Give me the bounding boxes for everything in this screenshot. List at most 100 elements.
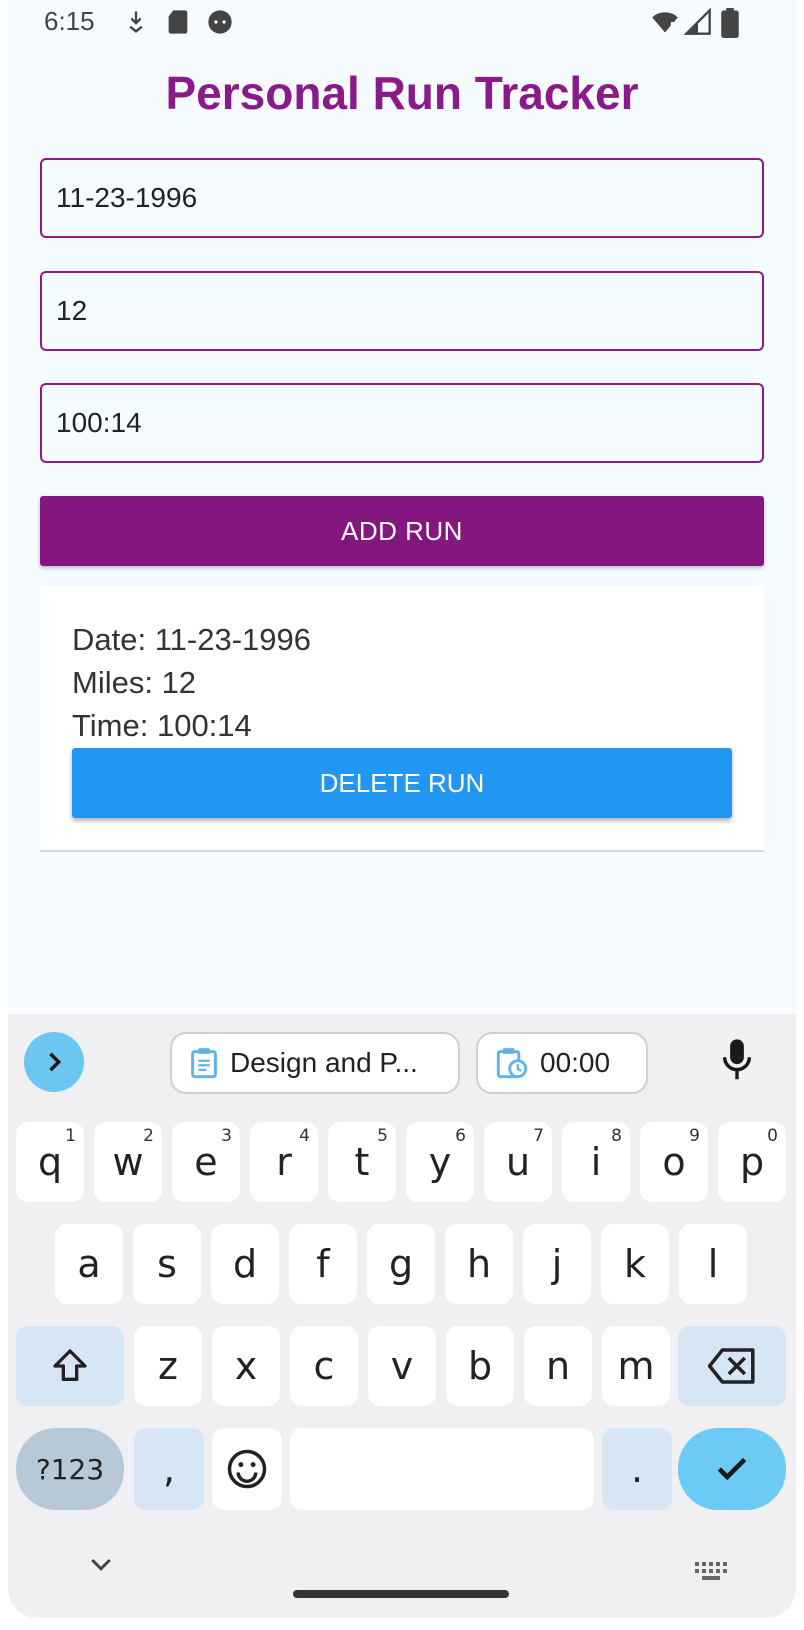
battery-icon (721, 8, 739, 38)
key-j[interactable]: j (523, 1224, 591, 1304)
key-label: r (276, 1140, 292, 1184)
keyboard-expand-button[interactable] (24, 1032, 84, 1092)
sd-card-icon (168, 10, 188, 34)
key-l[interactable]: l (679, 1224, 747, 1304)
comma-key[interactable]: , (134, 1428, 204, 1510)
status-bar: 6:15 (8, 0, 796, 48)
key-k[interactable]: k (601, 1224, 669, 1304)
key-hint: 8 (611, 1126, 622, 1146)
keyboard-switch-icon[interactable] (694, 1560, 728, 1582)
key-label: g (388, 1242, 414, 1286)
shift-key[interactable] (16, 1326, 124, 1406)
key-hint: 7 (533, 1126, 544, 1146)
key-hint: 3 (221, 1126, 232, 1146)
emoji-icon (227, 1449, 267, 1489)
key-hint: 5 (377, 1126, 388, 1146)
checkmark-icon (717, 1457, 747, 1481)
key-label: f (316, 1242, 330, 1286)
microphone-icon[interactable] (720, 1038, 754, 1082)
key-label: o (662, 1140, 686, 1184)
key-m[interactable]: m (602, 1326, 670, 1406)
page-title: Personal Run Tracker (165, 67, 639, 119)
key-label: d (232, 1242, 258, 1286)
key-v[interactable]: v (368, 1326, 436, 1406)
key-label: u (505, 1140, 531, 1184)
clipboard-icon (191, 1048, 217, 1079)
key-label: w (112, 1140, 144, 1184)
backspace-icon (708, 1348, 755, 1384)
key-z[interactable]: z (134, 1326, 202, 1406)
keyboard: Design and P... 00:00 ?123 , . q 1 w 2 e… (8, 1014, 796, 1618)
status-time: 6:15 (44, 6, 95, 36)
key-t[interactable]: t5 (328, 1122, 396, 1202)
clipboard-time-suggestion[interactable]: 00:00 (476, 1032, 648, 1094)
key-w[interactable]: w2 (94, 1122, 162, 1202)
key-y[interactable]: y6 (406, 1122, 474, 1202)
key-label: b (467, 1344, 493, 1388)
space-key[interactable] (290, 1428, 594, 1510)
key-label: j (551, 1242, 563, 1286)
key-a[interactable]: a (55, 1224, 123, 1304)
key-label: k (623, 1242, 646, 1286)
key-label: e (194, 1140, 218, 1184)
run-miles: Miles: 12 (72, 665, 197, 700)
key-s[interactable]: s (133, 1224, 201, 1304)
symbols-key[interactable]: ?123 (16, 1428, 124, 1510)
signal-icon (684, 8, 711, 35)
key-p[interactable]: p0 (718, 1122, 786, 1202)
key-h[interactable]: h (445, 1224, 513, 1304)
clipboard-suggestion[interactable]: Design and P... (170, 1032, 460, 1094)
key-label: a (77, 1242, 101, 1286)
key-label: l (707, 1242, 719, 1286)
key-x[interactable]: x (212, 1326, 280, 1406)
key-hint: 6 (455, 1126, 466, 1146)
time-input[interactable]: 100:14 (40, 383, 764, 463)
add-run-button[interactable]: ADD RUN (40, 496, 764, 566)
key-c[interactable]: c (290, 1326, 358, 1406)
key-label: z (158, 1344, 178, 1388)
key-b[interactable]: b (446, 1326, 514, 1406)
key-hint: 0 (767, 1126, 778, 1146)
key-g[interactable]: g (367, 1224, 435, 1304)
key-label: h (466, 1242, 492, 1286)
clipboard-suggestion-label: Design and P... (230, 1047, 418, 1078)
key-hint: 4 (299, 1126, 310, 1146)
clipboard-clock-icon (496, 1048, 528, 1079)
key-d[interactable]: d (211, 1224, 279, 1304)
wifi-icon (652, 12, 678, 33)
key-hint: 2 (143, 1126, 154, 1146)
key-label: p (739, 1140, 765, 1184)
phone-screen: 6:15 Personal Run Tracker 11-23-1996 12 … (8, 0, 796, 1618)
home-indicator[interactable] (293, 1590, 509, 1598)
key-q[interactable]: q1 (16, 1122, 84, 1202)
key-i[interactable]: i8 (562, 1122, 630, 1202)
miles-input[interactable]: 12 (40, 271, 764, 351)
run-time: Time: 100:14 (72, 708, 252, 743)
backspace-key[interactable] (678, 1326, 786, 1406)
key-label: x (234, 1344, 258, 1388)
key-label: i (590, 1140, 602, 1184)
key-e[interactable]: e3 (172, 1122, 240, 1202)
download-icon (129, 11, 143, 33)
key-label: q (37, 1140, 63, 1184)
key-f[interactable]: f (289, 1224, 357, 1304)
key-r[interactable]: r4 (250, 1122, 318, 1202)
period-key[interactable]: . (602, 1428, 672, 1510)
android-face-icon (208, 10, 232, 34)
emoji-key[interactable] (212, 1428, 282, 1510)
key-hint: 9 (689, 1126, 700, 1146)
enter-key[interactable] (678, 1428, 786, 1510)
shift-arrow-icon (53, 1349, 87, 1381)
key-o[interactable]: o9 (640, 1122, 708, 1202)
hide-keyboard-icon[interactable] (86, 1554, 116, 1576)
key-n[interactable]: n (524, 1326, 592, 1406)
key-label: y (428, 1140, 452, 1184)
delete-run-button[interactable]: DELETE RUN (72, 748, 732, 818)
key-label: n (545, 1344, 571, 1388)
chevron-right-icon (49, 1052, 62, 1072)
key-label: v (390, 1344, 414, 1388)
key-hint: 1 (65, 1126, 76, 1146)
key-u[interactable]: u7 (484, 1122, 552, 1202)
key-label: t (354, 1140, 370, 1184)
date-input[interactable]: 11-23-1996 (40, 158, 764, 238)
